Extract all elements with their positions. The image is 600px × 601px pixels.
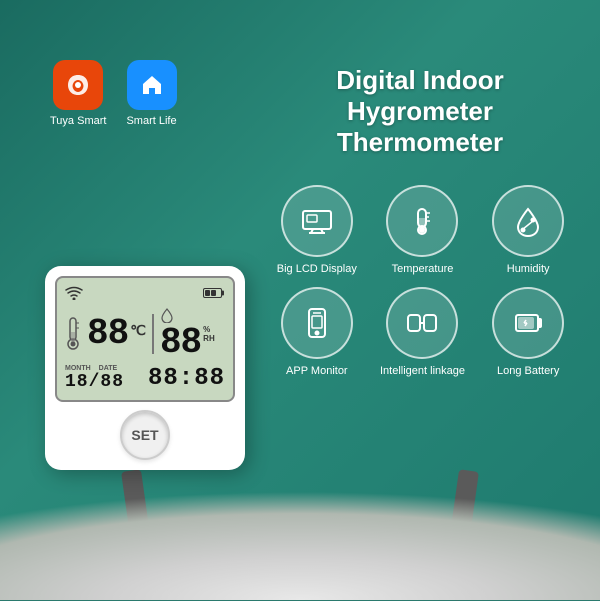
- date-labels: MONTH DATE: [65, 365, 124, 372]
- set-button[interactable]: SET: [120, 410, 170, 460]
- feature-big-lcd: Big LCD Display: [270, 185, 364, 275]
- app-icons-section: Tuya Smart Smart Life: [50, 60, 177, 127]
- humidity-value: 88: [160, 325, 201, 361]
- temperature-value: 88: [87, 316, 128, 352]
- smart-life-label: Smart Life: [126, 115, 176, 127]
- background: Tuya Smart Smart Life Digital Indoor Hyg…: [0, 0, 600, 600]
- temperature-icon-circle: [386, 185, 458, 257]
- set-button-label: SET: [131, 427, 158, 443]
- feature-intelligent-linkage-label: Intelligent linkage: [380, 365, 465, 377]
- smart-life-icon: [127, 60, 177, 110]
- screen-main-reading: 88 ℃ 88 % RH: [65, 307, 225, 361]
- month-label: MONTH: [65, 365, 91, 372]
- screen-bottom-bar: MONTH DATE 18/88 88:88: [65, 365, 225, 392]
- feature-app-monitor: APP Monitor: [270, 287, 364, 377]
- screen-top-bar: [65, 286, 225, 303]
- humidity-icon-circle: [492, 185, 564, 257]
- temperature-unit: ℃: [130, 322, 146, 339]
- tuya-smart-app: Tuya Smart: [50, 60, 106, 127]
- features-grid: Big LCD Display Temperature: [270, 185, 575, 377]
- date-label: DATE: [99, 365, 118, 372]
- date-value: 18/88: [65, 372, 124, 392]
- big-lcd-icon-circle: [281, 185, 353, 257]
- product-title-line2: Hygrometer Thermometer: [337, 96, 503, 157]
- device-body: 88 ℃ 88 % RH: [45, 266, 245, 470]
- long-battery-icon-circle: [492, 287, 564, 359]
- feature-long-battery: Long Battery: [481, 287, 575, 377]
- product-title-line1: Digital Indoor: [336, 65, 504, 95]
- tuya-smart-icon: [53, 60, 103, 110]
- battery-status-icon: [203, 287, 225, 302]
- app-monitor-icon-circle: [281, 287, 353, 359]
- smart-life-app: Smart Life: [126, 60, 176, 127]
- feature-humidity: Humidity: [481, 185, 575, 275]
- intelligent-linkage-icon-circle: [386, 287, 458, 359]
- product-title: Digital Indoor Hygrometer Thermometer: [280, 65, 560, 159]
- time-value: 88:88: [148, 365, 225, 392]
- wifi-icon: [65, 286, 83, 303]
- feature-big-lcd-label: Big LCD Display: [277, 263, 357, 275]
- thermometer-device: 88 ℃ 88 % RH: [45, 266, 245, 470]
- feature-temperature-label: Temperature: [392, 263, 454, 275]
- feature-app-monitor-label: APP Monitor: [286, 365, 348, 377]
- tuya-smart-label: Tuya Smart: [50, 115, 106, 127]
- month-date-display: MONTH DATE 18/88: [65, 365, 124, 392]
- device-screen: 88 ℃ 88 % RH: [55, 276, 235, 402]
- feature-long-battery-label: Long Battery: [497, 365, 559, 377]
- feature-intelligent-linkage: Intelligent linkage: [376, 287, 470, 377]
- feature-temperature: Temperature: [376, 185, 470, 275]
- feature-humidity-label: Humidity: [507, 263, 550, 275]
